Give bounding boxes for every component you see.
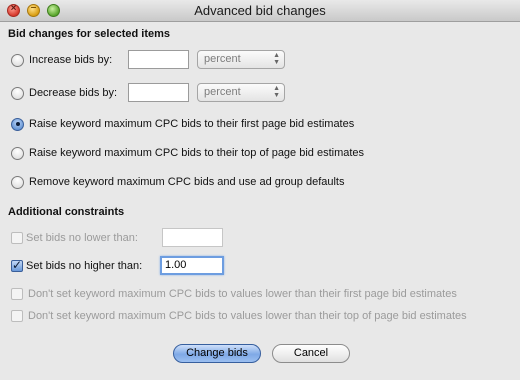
stepper-arrows-icon: ▲ ▼ [273,85,280,99]
raise-first-page-label: Raise keyword maximum CPC bids to their … [29,118,355,130]
increase-unit-value: percent [204,53,241,65]
no-lower-checkbox[interactable] [11,232,23,244]
raise-top-page-radio[interactable] [11,146,24,160]
remove-bids-label: Remove keyword maximum CPC bids and use … [29,176,345,188]
decrease-bids-label: Decrease bids by: [29,87,118,99]
additional-constraints-header: Additional constraints [8,206,125,218]
cancel-button[interactable]: Cancel [272,344,350,363]
decrease-amount-input[interactable] [128,83,189,102]
no-lower-option[interactable]: Set bids no lower than: [11,229,138,247]
first-page-constraint-option[interactable]: Don't set keyword maximum CPC bids to va… [11,285,457,303]
raise-top-page-option[interactable]: Raise keyword maximum CPC bids to their … [11,144,364,162]
remove-bids-option[interactable]: Remove keyword maximum CPC bids and use … [11,173,344,191]
increase-amount-input[interactable] [128,50,189,69]
change-bids-button[interactable]: Change bids [173,344,261,363]
increase-unit-select[interactable]: percent ▲ ▼ [197,50,285,69]
increase-bids-label: Increase bids by: [29,54,113,66]
bid-changes-header: Bid changes for selected items [8,28,170,40]
top-page-constraint-label: Don't set keyword maximum CPC bids to va… [28,310,467,322]
first-page-constraint-label: Don't set keyword maximum CPC bids to va… [28,288,457,300]
stepper-arrows-icon: ▲ ▼ [273,52,280,66]
remove-bids-radio[interactable] [11,175,24,189]
no-lower-input[interactable] [162,228,223,247]
no-higher-option[interactable]: Set bids no higher than: [11,257,142,275]
decrease-bids-option[interactable]: Decrease bids by: [11,84,117,102]
raise-top-page-label: Raise keyword maximum CPC bids to their … [29,147,365,159]
top-page-constraint-option[interactable]: Don't set keyword maximum CPC bids to va… [11,307,467,325]
top-page-constraint-checkbox[interactable] [11,310,23,322]
no-lower-label: Set bids no lower than: [26,232,138,244]
decrease-unit-value: percent [204,86,241,98]
decrease-unit-select[interactable]: percent ▲ ▼ [197,83,285,102]
first-page-constraint-checkbox[interactable] [11,288,23,300]
title-bar: × – Advanced bid changes [0,0,520,22]
no-higher-label: Set bids no higher than: [26,260,143,272]
no-higher-checkbox[interactable] [11,258,23,272]
increase-bids-option[interactable]: Increase bids by: [11,51,112,69]
window-title: Advanced bid changes [194,3,326,18]
raise-first-page-radio[interactable] [11,117,24,131]
raise-first-page-option[interactable]: Raise keyword maximum CPC bids to their … [11,115,354,133]
increase-bids-radio[interactable] [11,53,24,67]
decrease-bids-radio[interactable] [11,86,24,100]
no-higher-input[interactable]: 1.00 [160,256,224,275]
